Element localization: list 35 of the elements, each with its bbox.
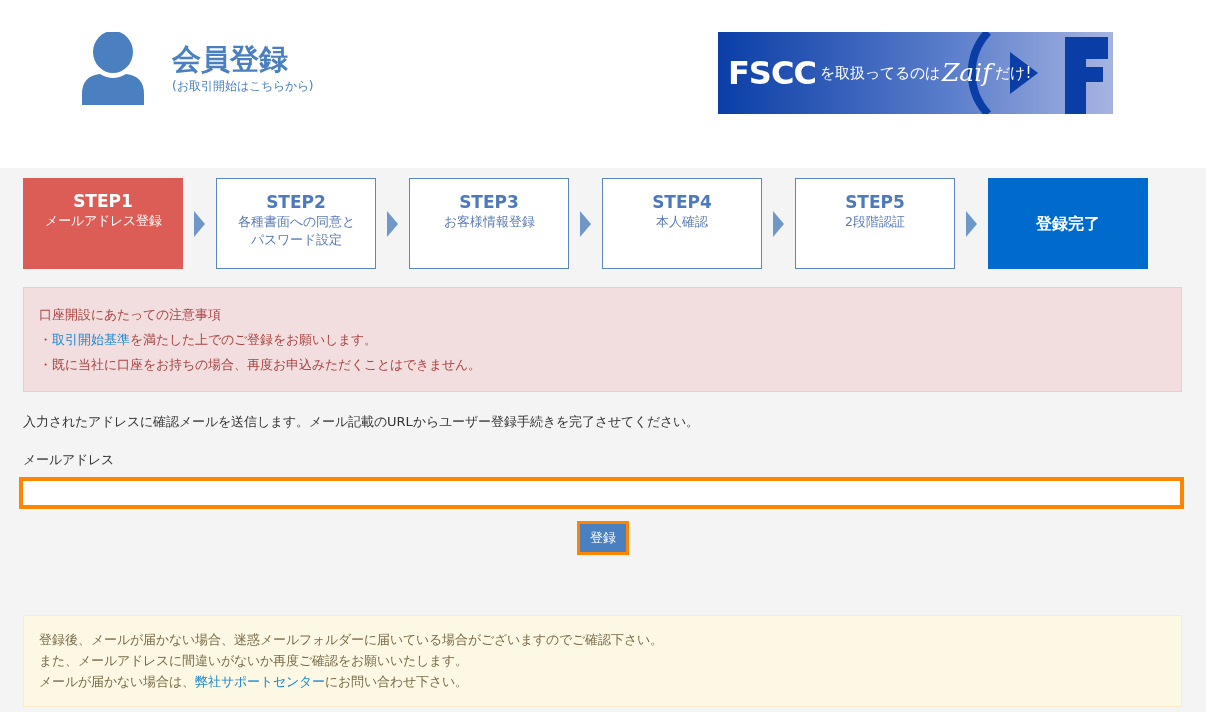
- info-text: メールが届かない場合は、弊社サポートセンターにお問い合わせ下さい。: [39, 672, 469, 691]
- notice-title: 口座開設にあたっての注意事項: [39, 306, 222, 324]
- email-field[interactable]: [19, 477, 1184, 509]
- text-link[interactable]: 弊社サポートセンター: [195, 673, 325, 689]
- banner-logo: Zaif: [939, 56, 996, 90]
- register-button[interactable]: 登録: [577, 521, 629, 555]
- notice-item: ・取引開始基準を満たした上でのご登録をお願いします。: [39, 331, 378, 349]
- banner-brand: FSCC: [728, 53, 816, 94]
- text-link[interactable]: 取引開始基準: [52, 332, 130, 347]
- arrow-icon: [387, 210, 398, 237]
- user-icon: [82, 32, 144, 105]
- step-caption: メールアドレス登録: [44, 212, 162, 231]
- banner-text: を取扱ってるのは: [819, 62, 940, 84]
- field-label: メールアドレス: [23, 450, 115, 469]
- instruction-text: 入力されたアドレスに確認メールを送信します。メール記載のURLからユーザー登録手続きを完了させてください。: [23, 413, 700, 431]
- step-label: STEP4: [652, 191, 712, 214]
- page-subtitle: (お取引開始はこちらから): [172, 77, 314, 95]
- notice-item: ・既に当社に口座をお持ちの場合、再度お申込みただくことはできません。: [39, 356, 482, 374]
- arrow-icon: [773, 210, 784, 237]
- step-label: STEP3: [459, 191, 519, 214]
- arrow-icon: [966, 210, 977, 237]
- step-caption: お客様情報登録: [443, 213, 535, 232]
- arrow-icon: [194, 210, 205, 237]
- step-caption: 2段階認証: [845, 213, 905, 232]
- banner-text: だけ!: [995, 62, 1032, 82]
- info-text: 登録後、メールが届かない場合、迷惑メールフォルダーに届いている場合がございますのでご確認下さい。: [39, 630, 664, 649]
- step-label: STEP5: [845, 191, 905, 214]
- page-title: 会員登録: [172, 42, 289, 77]
- step-label: 登録完了: [1036, 212, 1100, 235]
- step-label: STEP1: [73, 190, 133, 213]
- step-caption: 本人確認: [656, 213, 708, 232]
- step-caption: 各種書面への同意とパスワード設定: [237, 213, 355, 250]
- info-text: また、メールアドレスに間違いがないか再度ご確認をお願いいたします。: [39, 651, 469, 670]
- arrow-icon: [580, 210, 591, 237]
- step-label: STEP2: [266, 191, 326, 214]
